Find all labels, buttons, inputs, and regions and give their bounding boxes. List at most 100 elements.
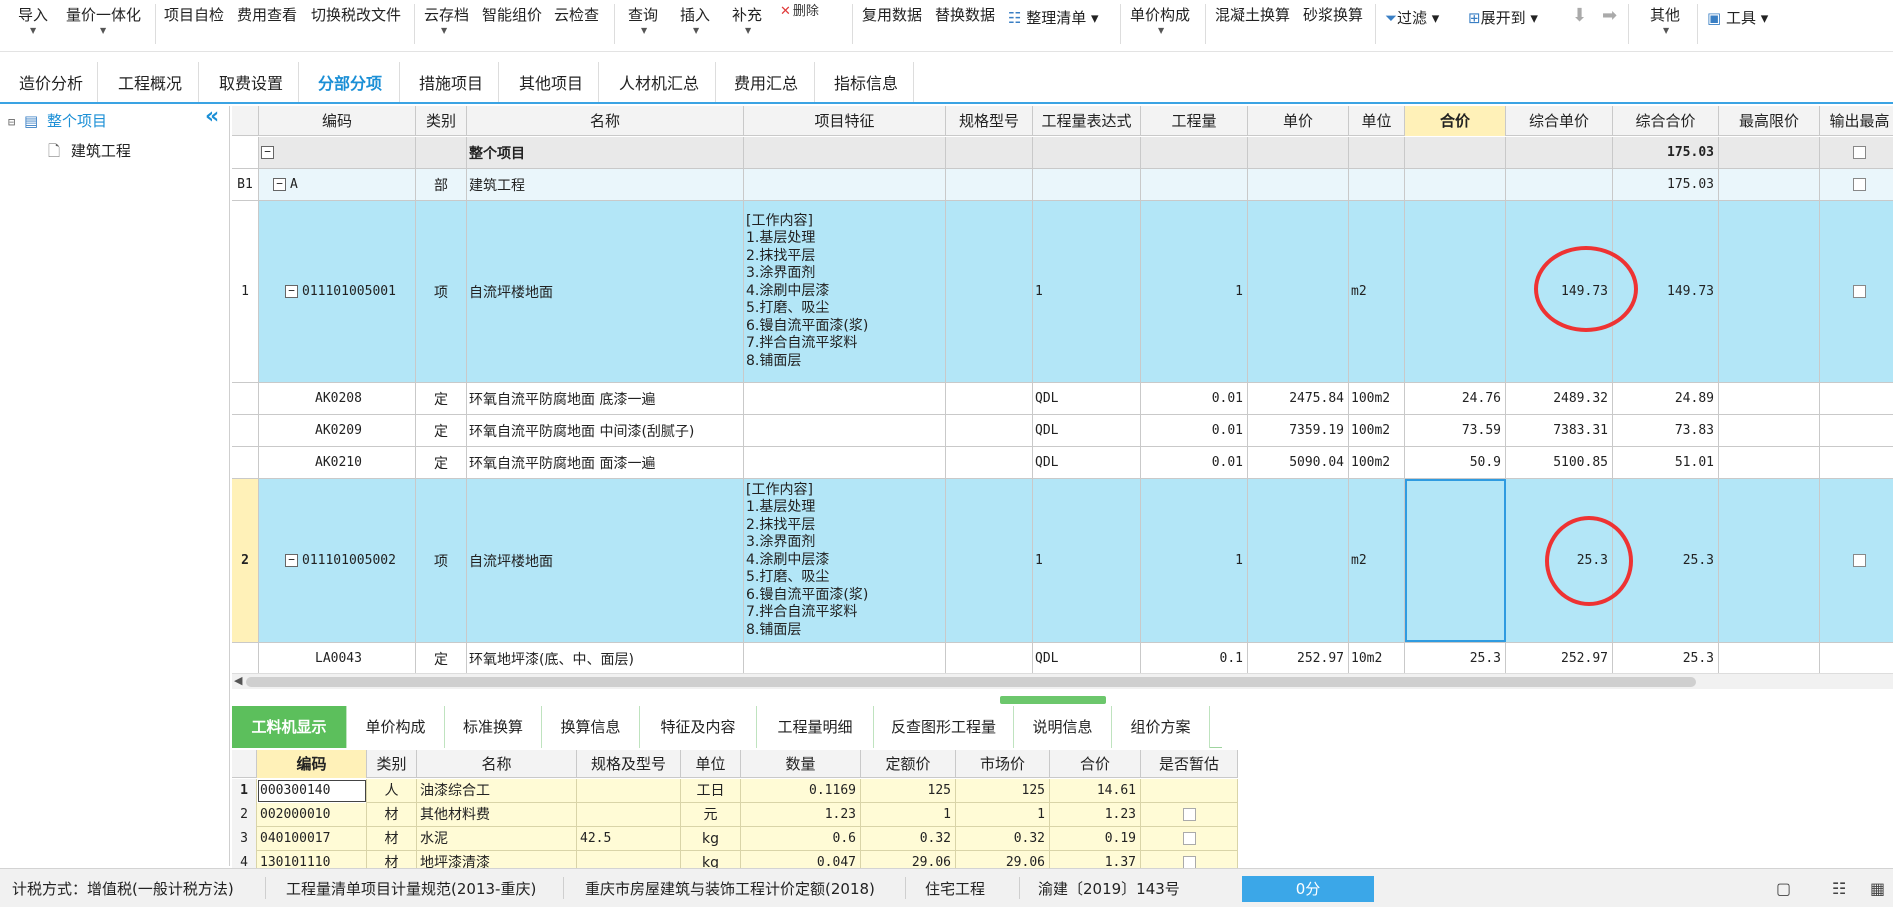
table-row[interactable]: B1 − A 部 建筑工程 175.03	[232, 169, 1893, 201]
horizontal-scrollbar[interactable]: ◀	[232, 673, 1893, 689]
collapse-panel-icon[interactable]: «	[205, 104, 219, 129]
tab-description[interactable]: 说明信息	[1014, 706, 1112, 748]
header-name[interactable]: 名称	[417, 750, 577, 778]
query-button[interactable]: 查询	[628, 4, 658, 25]
provisional-checkbox[interactable]	[1182, 808, 1196, 821]
provisional-checkbox[interactable]	[1182, 832, 1196, 845]
header-composite-price[interactable]: 综合单价	[1506, 106, 1613, 136]
table-row[interactable]: − 整个项目 175.03	[232, 137, 1893, 169]
tab-sub-items[interactable]: 分部分项	[318, 70, 382, 94]
header-expression[interactable]: 工程量表达式	[1033, 106, 1141, 136]
header-output-max[interactable]: 输出最高	[1820, 106, 1893, 136]
resource-row[interactable]: 3 040100017 材 水泥 42.5 kg 0.6 0.32 0.32 0…	[232, 827, 1238, 851]
table-row[interactable]: LA0043 定 环氧地坪漆(底、中、面层) QDL 0.1 252.97 10…	[232, 643, 1893, 673]
table-row[interactable]: AK0208 定 环氧自流平防腐地面 底漆一遍 QDL 0.01 2475.84…	[232, 383, 1893, 415]
provisional-checkbox[interactable]	[1182, 856, 1196, 868]
concrete-conversion-button[interactable]: 混凝土换算	[1215, 4, 1290, 25]
header-quantity[interactable]: 数量	[741, 750, 861, 778]
header-type[interactable]: 类别	[416, 106, 467, 136]
tab-fee-summary[interactable]: 费用汇总	[734, 70, 798, 94]
table-row[interactable]: 2 −011101005002 项 自流坪楼地面 [工作内容] 1.基层处理 2…	[232, 479, 1893, 643]
tab-labor-material-machine[interactable]: 工料机显示	[232, 706, 347, 748]
smart-pricing-button[interactable]: 智能组价	[482, 4, 542, 25]
quantity-price-button[interactable]: 量价一体化	[66, 4, 141, 25]
scrollbar-thumb[interactable]	[246, 677, 1696, 687]
supplement-button[interactable]: 补充	[732, 4, 762, 25]
chevron-down-icon[interactable]: ▼	[1158, 26, 1164, 35]
tab-measures[interactable]: 措施项目	[419, 70, 483, 94]
header-name[interactable]: 名称	[467, 106, 744, 136]
panel-splitter-handle[interactable]	[1000, 696, 1106, 704]
collapse-toggle-icon[interactable]: −	[273, 178, 286, 191]
collapse-toggle-icon[interactable]: ⊟	[8, 115, 15, 129]
tab-quantity-details[interactable]: 工程量明细	[757, 706, 874, 748]
header-code[interactable]: 编码	[259, 106, 416, 136]
header-total[interactable]: 合价	[1050, 750, 1141, 778]
output-max-checkbox[interactable]	[1853, 146, 1866, 159]
import-button[interactable]: 导入	[18, 4, 48, 25]
chevron-down-icon[interactable]: ▼	[745, 26, 751, 35]
expand-to-button[interactable]: ⊞展开到 ▾	[1468, 7, 1538, 28]
switch-tax-file-button[interactable]: 切换税改文件	[311, 4, 401, 25]
chevron-down-icon[interactable]: ▼	[693, 26, 699, 35]
header-type[interactable]: 类别	[367, 750, 417, 778]
tab-labor-material-summary[interactable]: 人材机汇总	[619, 70, 699, 94]
tools-button[interactable]: ▣ 工具 ▾	[1707, 7, 1768, 28]
tab-unit-price-composition[interactable]: 单价构成	[347, 706, 445, 748]
header-spec[interactable]: 规格型号	[946, 106, 1033, 136]
other-button[interactable]: 其他	[1650, 4, 1680, 25]
mortar-conversion-button[interactable]: 砂浆换算	[1303, 4, 1363, 25]
header-max-price[interactable]: 最高限价	[1719, 106, 1820, 136]
chevron-down-icon[interactable]: ▼	[100, 26, 106, 35]
resource-row[interactable]: 4 130101110 材 地坪漆清漆 kg 0.047 29.06 29.06…	[232, 851, 1238, 868]
self-check-button[interactable]: 项目自检	[164, 4, 224, 25]
header-spec[interactable]: 规格及型号	[577, 750, 681, 778]
tab-features-content[interactable]: 特征及内容	[640, 706, 757, 748]
tab-standard-conversion[interactable]: 标准换算	[445, 706, 542, 748]
table-row[interactable]: 1 −011101005001 项 自流坪楼地面 [工作内容] 1.基层处理 2…	[232, 201, 1893, 383]
replace-data-button[interactable]: 替换数据	[935, 4, 995, 25]
collapse-toggle-icon[interactable]: −	[285, 554, 298, 567]
tab-other-items[interactable]: 其他项目	[519, 70, 583, 94]
grid-view-icon[interactable]: ☷	[1832, 879, 1846, 898]
chevron-down-icon[interactable]: ▼	[1663, 26, 1669, 35]
tab-fee-settings[interactable]: 取费设置	[219, 70, 283, 94]
collapse-toggle-icon[interactable]: −	[261, 146, 274, 159]
move-right-icon[interactable]: ➡	[1602, 5, 1617, 26]
header-market-price[interactable]: 市场价	[956, 750, 1050, 778]
cloud-check-button[interactable]: 云检查	[554, 4, 599, 25]
reuse-data-button[interactable]: 复用数据	[862, 4, 922, 25]
header-composite-total[interactable]: 综合合价	[1613, 106, 1719, 136]
scroll-left-icon[interactable]: ◀	[234, 674, 242, 687]
panel-view-icon[interactable]: ▦	[1870, 879, 1885, 898]
output-max-checkbox[interactable]	[1853, 178, 1866, 191]
window-icon[interactable]: ▢	[1776, 879, 1791, 898]
tab-pricing-scheme[interactable]: 组价方案	[1112, 706, 1210, 748]
header-unit-price[interactable]: 单价	[1248, 106, 1349, 136]
tab-project-overview[interactable]: 工程概况	[118, 70, 182, 94]
output-max-checkbox[interactable]	[1853, 285, 1866, 298]
tree-node-building[interactable]: 🗋 建筑工程	[48, 140, 131, 166]
header-quota-price[interactable]: 定额价	[861, 750, 956, 778]
delete-button[interactable]: ✕ 删除	[780, 0, 819, 19]
resource-row[interactable]: 2 002000010 材 其他材料费 元 1.23 1 1 1.23	[232, 803, 1238, 827]
resource-row[interactable]: 1 000300140 人 油漆综合工 工日 0.1169 125 125 14…	[232, 779, 1238, 803]
move-down-icon[interactable]: ⬇	[1572, 5, 1587, 26]
code-cell-selected[interactable]: 000300140	[257, 779, 367, 803]
total-cell-selected[interactable]	[1405, 479, 1506, 642]
header-total[interactable]: 合价	[1405, 106, 1506, 136]
chevron-down-icon[interactable]: ▼	[641, 26, 647, 35]
tab-reverse-graphic-quantity[interactable]: 反查图形工程量	[874, 706, 1014, 748]
tab-index-info[interactable]: 指标信息	[834, 70, 898, 94]
header-provisional[interactable]: 是否暂估	[1141, 750, 1238, 778]
tab-cost-analysis[interactable]: 造价分析	[19, 70, 83, 94]
header-code[interactable]: 编码	[257, 750, 367, 778]
header-unit[interactable]: 单位	[1349, 106, 1405, 136]
organize-list-button[interactable]: ☷ 整理清单 ▾	[1008, 7, 1099, 28]
unit-price-composition-button[interactable]: 单价构成	[1130, 4, 1190, 25]
chevron-down-icon[interactable]: ▼	[441, 26, 447, 35]
table-row[interactable]: AK0210 定 环氧自流平防腐地面 面漆一遍 QDL 0.01 5090.04…	[232, 447, 1893, 479]
tab-conversion-info[interactable]: 换算信息	[542, 706, 640, 748]
header-unit[interactable]: 单位	[681, 750, 741, 778]
table-row[interactable]: AK0209 定 环氧自流平防腐地面 中间漆(刮腻子) QDL 0.01 735…	[232, 415, 1893, 447]
